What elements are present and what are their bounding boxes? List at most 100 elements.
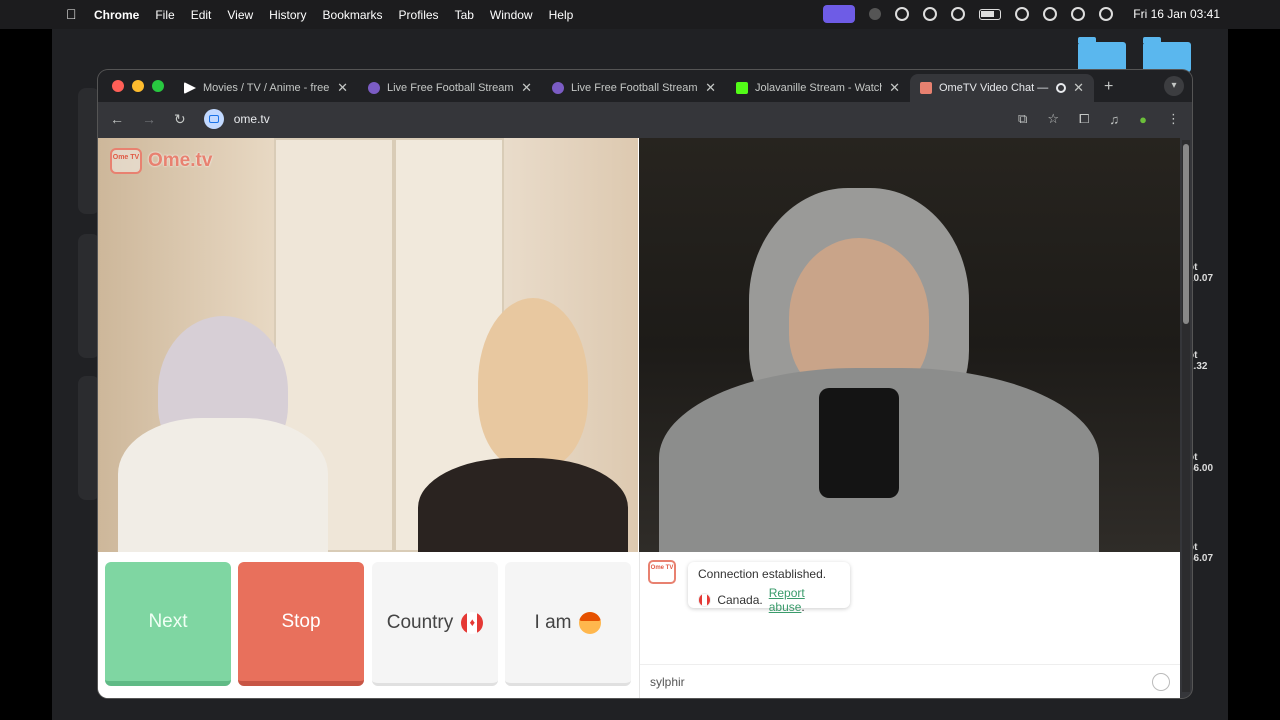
menu-clock[interactable]: Fri 16 Jan 03:41	[1133, 7, 1220, 21]
menu-history[interactable]: History	[269, 8, 306, 22]
recording-icon	[1056, 83, 1067, 93]
chat-controls: Next Stop Country ♦ I am	[98, 552, 638, 698]
site-favicon	[368, 82, 380, 94]
apple-icon[interactable]: 	[66, 6, 77, 22]
report-suffix: .	[801, 600, 805, 614]
tab-movies[interactable]: Movies / TV / Anime - freemo ✕	[174, 74, 358, 102]
url-text[interactable]: ome.tv	[234, 112, 270, 126]
ometv-page: Ome TV Ome.tv Next Stop Country ♦ I am O…	[98, 138, 1180, 698]
wifi-icon[interactable]	[1015, 7, 1030, 21]
system-message: Connection established. Canada. Report a…	[688, 562, 850, 614]
address-bar[interactable]: ome.tv	[203, 105, 1000, 133]
menu-app-name[interactable]: Chrome	[94, 8, 139, 22]
status-app-icon[interactable]	[895, 7, 910, 21]
page-scrollbar[interactable]	[1182, 140, 1190, 692]
report-abuse-link[interactable]: Report abuse	[769, 586, 805, 614]
site-favicon	[552, 82, 564, 94]
menu-edit[interactable]: Edit	[191, 8, 212, 22]
emoji-picker-icon[interactable]	[1152, 672, 1170, 691]
boy-emoji-icon	[579, 611, 602, 634]
tab-title: Live Free Football Streaming	[571, 82, 698, 94]
cast-icon[interactable]: ⧉	[1018, 111, 1027, 127]
tab-football-1[interactable]: Live Free Football Streaming ✕	[358, 74, 542, 102]
tab-title: Movies / TV / Anime - freemo	[203, 82, 330, 94]
close-tab-icon[interactable]: ✕	[337, 80, 348, 96]
control-center-icon[interactable]	[1071, 7, 1086, 21]
person-right-hair	[478, 298, 588, 468]
canada-flag-icon	[698, 593, 712, 607]
menu-window[interactable]: Window	[490, 8, 533, 22]
ometv-logo[interactable]: Ome TV Ome.tv	[110, 148, 212, 174]
tab-ometv[interactable]: OmeTV Video Chat — Or ✕	[910, 74, 1094, 102]
menu-profiles[interactable]: Profiles	[399, 8, 439, 22]
close-tab-icon[interactable]: ✕	[889, 80, 900, 96]
scrollbar-thumb[interactable]	[1183, 144, 1189, 324]
media-controls-icon[interactable]: ♫	[1109, 112, 1119, 127]
record-dot-icon[interactable]	[869, 8, 882, 20]
desktop-widget-3	[78, 376, 100, 500]
status-app-icon-2[interactable]	[923, 7, 938, 21]
remote-video	[639, 138, 1180, 552]
chrome-window: Movies / TV / Anime - freemo ✕ Live Free…	[98, 70, 1192, 698]
tab-title: Live Free Football Streaming	[387, 82, 514, 94]
menu-file[interactable]: File	[155, 8, 174, 22]
connection-text: Connection established.	[698, 567, 827, 581]
country-filter-button[interactable]: Country ♦	[372, 562, 498, 686]
ometv-favicon	[920, 82, 932, 94]
country-line: Canada. Report abuse.	[698, 586, 840, 614]
chat-input-text[interactable]: sylphir	[650, 675, 685, 689]
shirt	[819, 388, 899, 498]
tab-strip: Movies / TV / Anime - freemo ✕ Live Free…	[98, 70, 1192, 102]
chat-input[interactable]: sylphir	[640, 664, 1180, 698]
close-tab-icon[interactable]: ✕	[1073, 80, 1084, 96]
siri-icon[interactable]	[1099, 7, 1114, 21]
close-window-button[interactable]	[112, 80, 124, 92]
folder-icon-2[interactable]	[1143, 37, 1191, 72]
tab-kick-stream[interactable]: Jolavanille Stream - Watch L ✕	[726, 74, 910, 102]
kick-icon	[736, 82, 748, 94]
chat-panel: Ome TV Connection established. Canada. R…	[639, 552, 1180, 698]
status-icons: Fri 16 Jan 03:41	[823, 5, 1220, 23]
bookmark-star-icon[interactable]: ☆	[1047, 111, 1059, 127]
tv-icon: Ome TV	[110, 148, 142, 174]
play-icon[interactable]	[951, 7, 966, 21]
browser-toolbar: ← → ↻ ome.tv ⧉ ☆ ⧠ ♫ ● ⋮	[98, 102, 1192, 136]
app-menu: Chrome File Edit View History Bookmarks …	[94, 8, 573, 22]
more-menu-icon[interactable]: ⋮	[1167, 111, 1180, 127]
iam-label: I am	[534, 611, 572, 633]
tab-title: OmeTV Video Chat — Or	[939, 82, 1049, 94]
profile-avatar[interactable]: ●	[1139, 112, 1147, 127]
reload-button[interactable]: ↻	[174, 111, 186, 128]
folder-icon[interactable]	[1078, 37, 1126, 72]
back-button[interactable]: ←	[110, 111, 124, 127]
minimize-window-button[interactable]	[132, 80, 144, 92]
zoom-window-button[interactable]	[152, 80, 164, 92]
person-left-body	[118, 418, 328, 552]
gender-select-button[interactable]: I am	[505, 562, 631, 686]
desktop-left-edge	[0, 29, 52, 720]
menu-tab[interactable]: Tab	[455, 8, 474, 22]
desktop-widget	[78, 88, 100, 214]
new-tab-button[interactable]: +	[1104, 74, 1113, 102]
tab-football-2[interactable]: Live Free Football Streaming ✕	[542, 74, 726, 102]
site-info-icon[interactable]	[203, 109, 224, 129]
screen-record-icon[interactable]	[823, 5, 856, 23]
window-controls	[112, 80, 164, 92]
close-tab-icon[interactable]: ✕	[521, 80, 532, 96]
menu-help[interactable]: Help	[549, 8, 574, 22]
search-icon[interactable]	[1043, 7, 1058, 21]
battery-icon[interactable]	[979, 8, 1002, 20]
next-button[interactable]: Next	[105, 562, 231, 686]
country-label: Country	[386, 611, 454, 633]
menu-view[interactable]: View	[227, 8, 253, 22]
extensions-icon[interactable]: ⧠	[1079, 111, 1089, 127]
ometv-chat-icon: Ome TV	[648, 560, 676, 584]
tab-search-button[interactable]: ▾	[1164, 76, 1184, 96]
close-tab-icon[interactable]: ✕	[705, 80, 716, 96]
person-right-body	[418, 458, 628, 552]
desktop-right-edge	[1228, 29, 1280, 720]
forward-button[interactable]: →	[142, 111, 156, 127]
logo-text: Ome.tv	[148, 150, 213, 171]
menu-bookmarks[interactable]: Bookmarks	[323, 8, 383, 22]
stop-button[interactable]: Stop	[238, 562, 364, 686]
